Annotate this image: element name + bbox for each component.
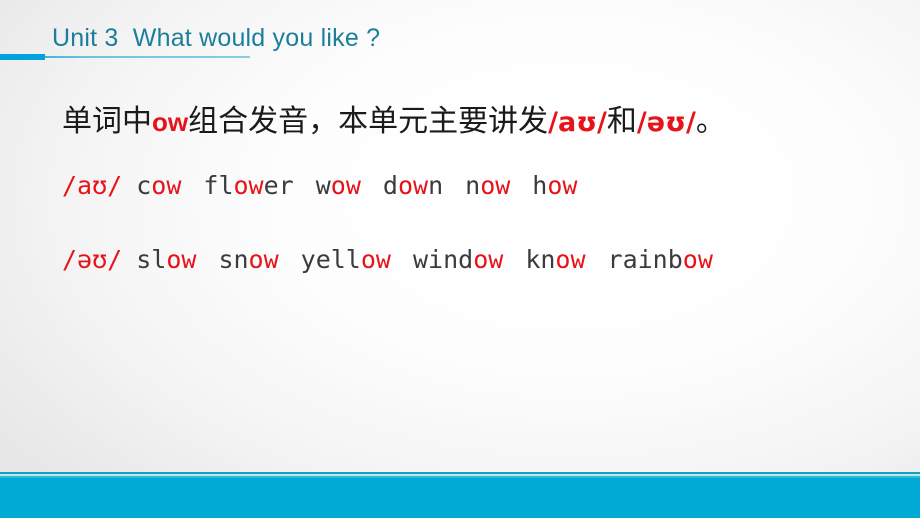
vocab-word: wow: [316, 171, 361, 200]
word-row: /aʊ/cow flower wow down now how: [62, 149, 862, 223]
intro-sentence: 单词中ow组合发音，本单元主要讲发/aʊ/和/əʊ/。: [62, 96, 862, 149]
vocab-word: window: [413, 245, 503, 274]
intro-phonetic-ou: /əʊ/: [636, 107, 696, 138]
word-prefix: sl: [136, 245, 167, 274]
vocab-word: how: [532, 171, 577, 200]
vocab-word: now: [465, 171, 510, 200]
intro-part-3: 和: [606, 105, 637, 138]
intro-phonetic-au: /aʊ/: [548, 107, 607, 138]
word-prefix: wind: [412, 245, 474, 274]
vocab-word: slow: [136, 245, 196, 274]
intro-highlight-ow: ow: [152, 107, 189, 137]
vocab-word: yellow: [301, 245, 391, 274]
row-phonetic-label: /aʊ/: [62, 171, 123, 200]
word-ow-highlight: ow: [166, 245, 197, 274]
word-rows-container: /aʊ/cow flower wow down now how/əʊ/slow snow ye…: [62, 149, 862, 297]
word-ow-highlight: ow: [480, 171, 511, 200]
word-ow-highlight: ow: [248, 245, 279, 274]
row-phonetic-label: /əʊ/: [62, 245, 123, 274]
intro-part-4: 。: [695, 105, 726, 138]
word-prefix: h: [532, 171, 548, 200]
footer-band: [0, 478, 920, 518]
vocab-word: flower: [203, 171, 293, 200]
intro-part-2: 组合发音，本单元主要讲发: [188, 105, 549, 138]
word-ow-highlight: ow: [473, 245, 504, 274]
page-title: Unit 3 What would you like ?: [52, 24, 381, 52]
title-underline-accent: [0, 54, 45, 60]
word-ow-highlight: ow: [555, 245, 586, 274]
word-ow-highlight: ow: [397, 171, 429, 200]
vocab-word: down: [383, 171, 443, 200]
vocab-word: snow: [218, 245, 278, 274]
word-ow-highlight: ow: [330, 171, 361, 200]
word-prefix: yell: [300, 245, 361, 274]
word-ow-highlight: ow: [151, 171, 182, 200]
word-prefix: w: [315, 171, 331, 200]
word-prefix: d: [382, 171, 398, 200]
word-ow-highlight: ow: [547, 171, 578, 200]
word-prefix: kn: [525, 245, 556, 274]
word-ow-highlight: ow: [360, 245, 391, 274]
vocab-word: rainbow: [608, 245, 713, 274]
word-prefix: n: [465, 171, 481, 200]
vocab-word: know: [525, 245, 585, 274]
word-suffix: er: [263, 171, 294, 200]
word-prefix: sn: [218, 245, 249, 274]
word-prefix: fl: [203, 171, 234, 200]
word-ow-highlight: ow: [233, 171, 264, 200]
word-row: /əʊ/slow snow yellow window know rainbow: [62, 223, 862, 297]
slide-title-block: Unit 3 What would you like ?: [0, 24, 920, 70]
slide-canvas: Unit 3 What would you like ? 单词中ow组合发音，本…: [0, 0, 920, 518]
word-prefix: rainb: [607, 245, 683, 274]
word-suffix: n: [428, 171, 444, 200]
word-ow-highlight: ow: [682, 245, 713, 274]
word-prefix: c: [136, 171, 152, 200]
slide-body: 单词中ow组合发音，本单元主要讲发/aʊ/和/əʊ/。 /aʊ/cow flowe…: [62, 96, 862, 297]
vocab-word: cow: [136, 171, 181, 200]
intro-part-1: 单词中: [62, 105, 152, 138]
